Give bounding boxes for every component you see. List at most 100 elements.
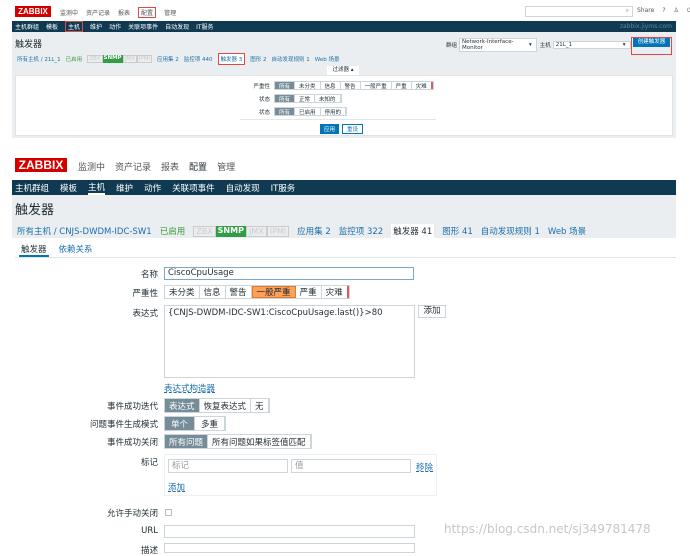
sev-info[interactable]: 信息	[320, 82, 341, 90]
menu-reports[interactable]: 报表	[118, 8, 130, 17]
submenu-templates-2[interactable]: 模板	[60, 182, 77, 194]
menu-admin-2[interactable]: 管理	[217, 160, 235, 173]
submenu-discovery-2[interactable]: 自动发现	[226, 182, 260, 194]
problem-mode: 单个 多重	[164, 416, 227, 431]
sev-nc[interactable]: 未分类	[295, 82, 321, 90]
apply-button[interactable]: 应用	[320, 124, 340, 134]
status-enabled-2[interactable]: 已启用	[160, 225, 186, 237]
sev-avg[interactable]: 一般严重	[360, 82, 392, 90]
tab-dependencies[interactable]: 依赖关系	[59, 243, 93, 257]
submenu-discovery[interactable]: 自动发现	[165, 22, 189, 31]
close-tag-match[interactable]: 所有问题如果标签值匹配	[208, 435, 311, 448]
tab-trigger[interactable]: 触发器	[19, 243, 49, 257]
state-filter: 所有 正常 未知的	[274, 94, 342, 103]
severity-disaster[interactable]: 灾难	[321, 286, 349, 298]
submenu-maintenance[interactable]: 维护	[90, 22, 102, 31]
ok-gen-none[interactable]: 无	[251, 399, 269, 412]
severity-average[interactable]: 一般严重	[251, 286, 296, 298]
name-input[interactable]: CiscoCpuUsage	[164, 267, 414, 280]
sev-high[interactable]: 严重	[391, 82, 412, 90]
menu-inventory-2[interactable]: 资产记录	[115, 160, 151, 173]
submenu-hosts[interactable]: 主机	[65, 21, 84, 32]
badge-zbx-2: ZBX	[193, 225, 216, 237]
create-trigger-button[interactable]: 创建触发器	[633, 38, 670, 47]
add-tag-link[interactable]: 添加	[168, 481, 185, 493]
submenu-hosts-2[interactable]: 主机	[88, 181, 106, 195]
filter-tab[interactable]: 过滤器 ▴	[327, 66, 359, 75]
status-all[interactable]: 所有	[275, 108, 296, 116]
help-icon[interactable]: ?	[662, 7, 665, 15]
status-disabled-opt[interactable]: 停用的	[320, 108, 347, 116]
submenu-services[interactable]: IT服务	[196, 22, 213, 31]
severity-not-classified[interactable]: 未分类	[165, 286, 200, 298]
group-select[interactable]: Network-Interface-Monitor	[459, 38, 538, 52]
submenu-services-2[interactable]: IT服务	[271, 182, 296, 194]
expression-textarea[interactable]: {CNJS-DWDM-IDC-SW1:CiscoCpuUsage.last()}…	[164, 305, 415, 378]
sev-warn[interactable]: 警告	[340, 82, 361, 90]
tags-label: 标记	[140, 458, 158, 468]
severity-warning[interactable]: 警告	[225, 286, 252, 298]
server-name: zabbix.jiyms.com	[619, 23, 672, 30]
status-enabled-opt[interactable]: 已启用	[295, 108, 321, 116]
watermark: https://blog.csdn.net/sj349781478	[444, 522, 651, 536]
url-input[interactable]	[164, 525, 415, 538]
sev-all[interactable]: 所有	[275, 82, 296, 90]
link-applications[interactable]: 应用集 2	[157, 55, 179, 63]
add-expression-button[interactable]: 添加	[418, 305, 446, 318]
close-all[interactable]: 所有问题	[165, 435, 209, 448]
status-enabled[interactable]: 已启用	[66, 55, 83, 63]
submenu-templates[interactable]: 模板	[46, 22, 58, 31]
link-applications-2[interactable]: 应用集 2	[297, 225, 331, 237]
host-select[interactable]: 21L_1	[552, 41, 631, 49]
sev-disaster[interactable]: 灾难	[411, 82, 433, 90]
manual-close-checkbox[interactable]	[165, 509, 172, 516]
mode-multiple[interactable]: 多重	[195, 417, 226, 430]
menu-monitoring-2[interactable]: 监测中	[78, 160, 105, 173]
menu-admin[interactable]: 管理	[164, 8, 176, 17]
submenu-hostgroups[interactable]: 主机群组	[15, 22, 39, 31]
link-triggers-2[interactable]: 触发器 41	[391, 224, 435, 238]
state-all[interactable]: 所有	[275, 95, 296, 103]
menu-configuration[interactable]: 配置	[138, 7, 157, 18]
share-link[interactable]: Share	[637, 7, 654, 15]
reset-button[interactable]: 重设	[342, 124, 364, 134]
ok-gen-recovery[interactable]: 恢复表达式	[199, 399, 252, 412]
tag-value-input[interactable]: 值	[291, 459, 411, 473]
user-icon[interactable]: ♙	[674, 7, 679, 15]
breadcrumb-host-2[interactable]: 所有主机 / CNJS-DWDM-IDC-SW1	[17, 225, 152, 237]
mode-single[interactable]: 单个	[165, 417, 196, 430]
search-input[interactable]: ⌕	[525, 6, 633, 17]
link-graphs-2[interactable]: 图形 41	[442, 225, 473, 237]
menu-reports-2[interactable]: 报表	[161, 160, 179, 173]
link-items[interactable]: 监控项 440	[184, 55, 213, 63]
menu-configuration-2[interactable]: 配置	[189, 160, 207, 173]
breadcrumb-host[interactable]: 所有主机 / 21L_1	[17, 55, 61, 63]
link-web[interactable]: Web 场景	[315, 55, 340, 63]
severity-high[interactable]: 严重	[295, 286, 322, 298]
link-web-2[interactable]: Web 场景	[548, 225, 586, 237]
menu-inventory[interactable]: 资产记录	[86, 8, 110, 17]
link-graphs[interactable]: 图形 2	[250, 55, 266, 63]
state-normal[interactable]: 正常	[295, 95, 316, 103]
status-filter: 所有 已启用 停用的	[274, 107, 348, 116]
link-discovery-2[interactable]: 自动发现规则 1	[481, 225, 540, 237]
submenu-hostgroups-2[interactable]: 主机群组	[15, 182, 49, 194]
link-items-2[interactable]: 监控项 322	[339, 225, 383, 237]
submenu-correlation-2[interactable]: 关联项事件	[172, 182, 215, 194]
zabbix-logo: ZABBIX	[15, 6, 51, 17]
submenu-actions-2[interactable]: 动作	[144, 182, 161, 194]
submenu-maintenance-2[interactable]: 维护	[116, 182, 133, 194]
submenu-correlation[interactable]: 关联项事件	[128, 22, 158, 31]
menu-monitoring[interactable]: 监测中	[60, 8, 78, 17]
link-triggers[interactable]: 触发器 3	[217, 53, 246, 65]
submenu-actions[interactable]: 动作	[109, 22, 121, 31]
ok-gen-expression[interactable]: 表达式	[165, 399, 200, 412]
remove-tag-link[interactable]: 移除	[416, 461, 433, 473]
description-textarea[interactable]	[164, 543, 415, 553]
severity-information[interactable]: 信息	[199, 286, 226, 298]
expression-builder-link[interactable]: 表达式构造器	[164, 382, 215, 394]
tag-name-input[interactable]: 标记	[168, 459, 288, 473]
state-unknown[interactable]: 未知的	[315, 95, 341, 103]
url-label: URL	[141, 526, 158, 536]
link-discovery[interactable]: 自动发现规则 1	[272, 55, 310, 63]
